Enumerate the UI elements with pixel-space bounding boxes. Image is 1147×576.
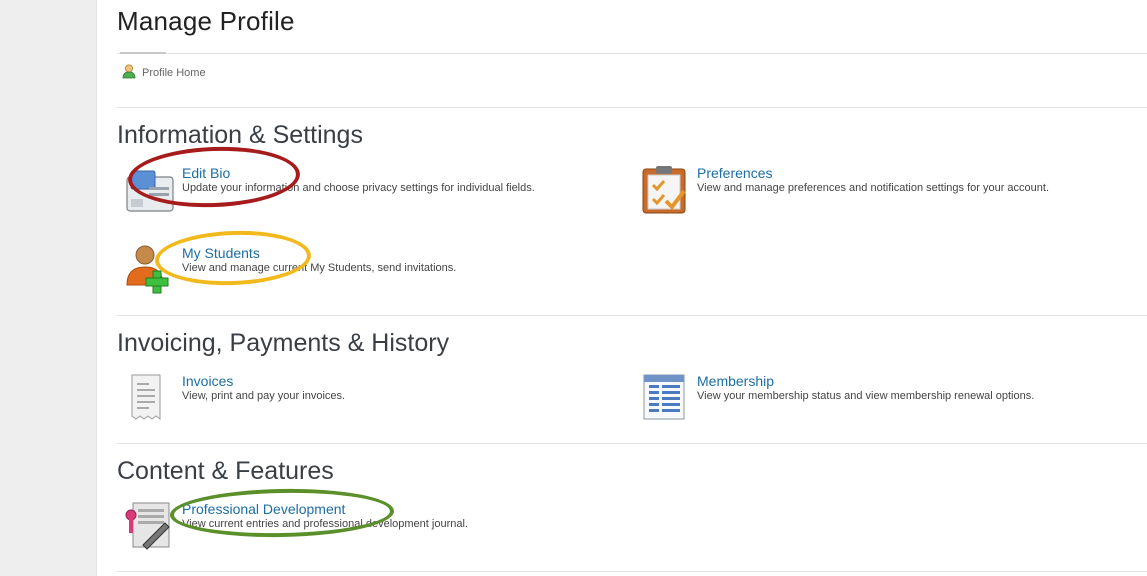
section-title-invoicing-payments-history: Invoicing, Payments & History (117, 329, 450, 357)
my-students-link[interactable]: My Students (182, 245, 260, 261)
breadcrumb-divider (117, 107, 1147, 108)
breadcrumb-label: Profile Home (142, 67, 206, 79)
section-divider-1 (117, 315, 1147, 316)
section-divider-3 (117, 571, 1147, 572)
professional-development-link[interactable]: Professional Development (182, 501, 345, 517)
clipboard-check-icon (640, 165, 692, 215)
section-title-content-features: Content & Features (117, 457, 334, 485)
my-students-description: View and manage current My Students, sen… (182, 262, 457, 274)
membership-description: View your membership status and view mem… (697, 390, 1035, 402)
spreadsheet-icon (640, 373, 692, 423)
user-icon (122, 64, 136, 82)
breadcrumb-profile-home[interactable]: Profile Home (122, 64, 206, 82)
user-add-icon (125, 245, 177, 295)
edit-bio-card-icon (125, 165, 177, 215)
receipt-icon (125, 373, 177, 423)
invoices-link[interactable]: Invoices (182, 373, 233, 389)
left-gutter (0, 0, 97, 576)
professional-development-description: View current entries and professional de… (182, 518, 468, 530)
page-title: Manage Profile (117, 6, 295, 36)
preferences-description: View and manage preferences and notifica… (697, 182, 1050, 194)
membership-link[interactable]: Membership (697, 373, 774, 389)
section-divider-2 (117, 443, 1147, 444)
section-title-information-settings: Information & Settings (117, 121, 363, 149)
preferences-link[interactable]: Preferences (697, 165, 772, 181)
certificate-pen-icon (125, 501, 177, 551)
title-divider (117, 53, 1147, 54)
edit-bio-link[interactable]: Edit Bio (182, 165, 230, 181)
title-accent (120, 52, 166, 54)
edit-bio-description: Update your information and choose priva… (182, 182, 535, 194)
invoices-description: View, print and pay your invoices. (182, 390, 346, 402)
